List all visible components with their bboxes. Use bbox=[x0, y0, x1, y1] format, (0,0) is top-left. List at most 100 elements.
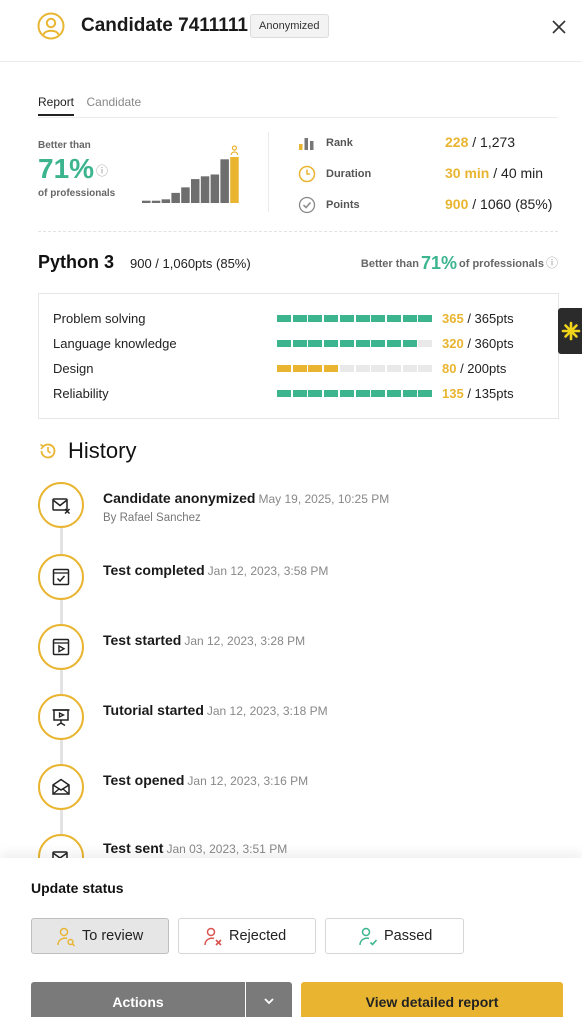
distribution-bar bbox=[191, 179, 200, 203]
progress-segment bbox=[292, 315, 307, 322]
distribution-bar bbox=[142, 200, 151, 203]
history-item-title: Candidate anonymized May 19, 2025, 10:25 … bbox=[103, 490, 390, 506]
progress-segment bbox=[371, 315, 386, 322]
sparkle-icon bbox=[561, 321, 581, 341]
progress-segment bbox=[292, 390, 307, 397]
status-label: Passed bbox=[384, 928, 433, 944]
skill-progress-bar bbox=[277, 340, 433, 347]
progress-segment bbox=[418, 365, 433, 372]
progress-segment bbox=[308, 315, 323, 322]
progress-segment bbox=[402, 340, 417, 347]
history-icon bbox=[40, 443, 56, 459]
skill-row: Design 80 / 200pts bbox=[53, 359, 548, 379]
actions-button[interactable]: Actions bbox=[31, 982, 245, 1017]
status-label: To review bbox=[82, 928, 144, 944]
progress-segment bbox=[277, 365, 291, 372]
skill-name: Python 3 bbox=[38, 252, 115, 272]
stat-value: 228 / 1,273 bbox=[445, 134, 516, 150]
distribution-bar bbox=[171, 192, 180, 203]
status-to-review-button[interactable]: To review bbox=[31, 918, 169, 954]
progress-segment bbox=[308, 365, 323, 372]
distribution-bar bbox=[181, 187, 190, 203]
progress-segment bbox=[355, 390, 370, 397]
history-title: History bbox=[68, 438, 137, 463]
skill-row-name: Design bbox=[53, 361, 94, 376]
skill-row-score: 135 / 135pts bbox=[442, 386, 514, 401]
skill-row: Reliability 135 / 135pts bbox=[53, 384, 548, 404]
history-item-badge bbox=[38, 482, 84, 528]
stat-label: Points bbox=[326, 199, 360, 211]
envelope-x-icon bbox=[52, 498, 71, 515]
status-rejected-button[interactable]: Rejected bbox=[178, 918, 316, 954]
history-item-title: Test sent Jan 03, 2023, 3:51 PM bbox=[103, 840, 288, 856]
skill-score: 900 / 1,060pts (85%) bbox=[130, 256, 251, 271]
user-search-icon bbox=[57, 927, 76, 947]
progress-segment bbox=[418, 340, 433, 347]
distribution-bar bbox=[200, 176, 210, 203]
progress-segment bbox=[386, 315, 401, 322]
progress-segment bbox=[339, 365, 354, 372]
info-icon[interactable]: ⓘ bbox=[546, 256, 558, 270]
progress-segment bbox=[339, 340, 354, 347]
status-label: Rejected bbox=[229, 928, 287, 944]
skill-progress-bar bbox=[277, 390, 433, 397]
info-icon[interactable]: ⓘ bbox=[96, 164, 108, 178]
close-icon[interactable] bbox=[549, 17, 569, 37]
skill-row-name: Language knowledge bbox=[53, 336, 177, 351]
update-status-title: Update status bbox=[31, 880, 124, 896]
skill-row-score: 365 / 365pts bbox=[442, 311, 514, 326]
view-detailed-report-button[interactable]: View detailed report bbox=[301, 982, 563, 1017]
of-professionals-label: of professionals bbox=[38, 187, 116, 199]
stats-list: Rank 228 / 1,273 Duration 30 min / 40 mi… bbox=[298, 132, 568, 225]
user-check-icon bbox=[359, 927, 378, 946]
history-item-badge bbox=[38, 554, 84, 600]
stat-duration: Duration 30 min / 40 min bbox=[298, 163, 568, 194]
progress-segment bbox=[386, 365, 401, 372]
history-item-badge bbox=[38, 694, 84, 740]
progress-segment bbox=[355, 315, 370, 322]
history-item: Test sent Jan 03, 2023, 3:51 PM bbox=[0, 822, 582, 858]
send-icon bbox=[52, 851, 68, 858]
history-item: Test started Jan 12, 2023, 3:28 PM bbox=[0, 612, 582, 672]
history-item-badge bbox=[38, 764, 84, 810]
candidate-marker-icon bbox=[230, 145, 239, 156]
history-item: Tutorial started Jan 12, 2023, 3:18 PM bbox=[0, 682, 582, 742]
candidate-title: Candidate 7411111 bbox=[81, 15, 248, 36]
stat-value: 900 / 1060 (85%) bbox=[445, 196, 553, 212]
percent-value: 71% bbox=[38, 153, 95, 184]
history-item-title: Tutorial started Jan 12, 2023, 3:18 PM bbox=[103, 702, 328, 718]
progress-segment bbox=[386, 340, 401, 347]
play-window-icon bbox=[52, 638, 70, 656]
tab-report[interactable]: Report bbox=[38, 95, 75, 116]
skill-progress-bar bbox=[277, 365, 433, 372]
progress-segment bbox=[371, 365, 386, 372]
progress-segment bbox=[386, 390, 401, 397]
progress-segment bbox=[355, 340, 370, 347]
panel-header: Candidate 7411111 Anonymized bbox=[0, 0, 582, 62]
progress-segment bbox=[292, 365, 307, 372]
stat-label: Rank bbox=[326, 137, 353, 149]
history-item: Test opened Jan 12, 2023, 3:16 PM bbox=[0, 752, 582, 812]
better-than-label: Better than bbox=[38, 140, 91, 151]
tab-divider bbox=[38, 117, 558, 118]
better-than-summary: Better than 71% ⓘ of professionals bbox=[38, 140, 115, 199]
footer-panel: Update status To review Rejected Passed … bbox=[0, 858, 582, 1017]
status-passed-button[interactable]: Passed bbox=[325, 918, 464, 954]
skill-percent: 71% bbox=[420, 253, 458, 273]
skill-breakdown: Problem solving 365 / 365pts Language kn… bbox=[38, 293, 559, 419]
actions-dropdown-button[interactable] bbox=[246, 982, 292, 1017]
progress-segment bbox=[324, 365, 339, 372]
skill-row: Language knowledge 320 / 360pts bbox=[53, 334, 548, 354]
feedback-widget[interactable] bbox=[558, 308, 582, 354]
progress-segment bbox=[277, 315, 291, 322]
progress-segment bbox=[339, 390, 354, 397]
distribution-bar bbox=[161, 199, 171, 203]
bar-chart-icon bbox=[299, 138, 314, 150]
history-item-badge bbox=[38, 624, 84, 670]
tab-candidate[interactable]: Candidate bbox=[86, 95, 141, 114]
progress-segment bbox=[308, 390, 323, 397]
history-timeline: Candidate anonymized May 19, 2025, 10:25 … bbox=[0, 470, 582, 858]
progress-segment bbox=[402, 315, 417, 322]
progress-segment bbox=[402, 365, 417, 372]
skill-row-score: 320 / 360pts bbox=[442, 336, 514, 351]
